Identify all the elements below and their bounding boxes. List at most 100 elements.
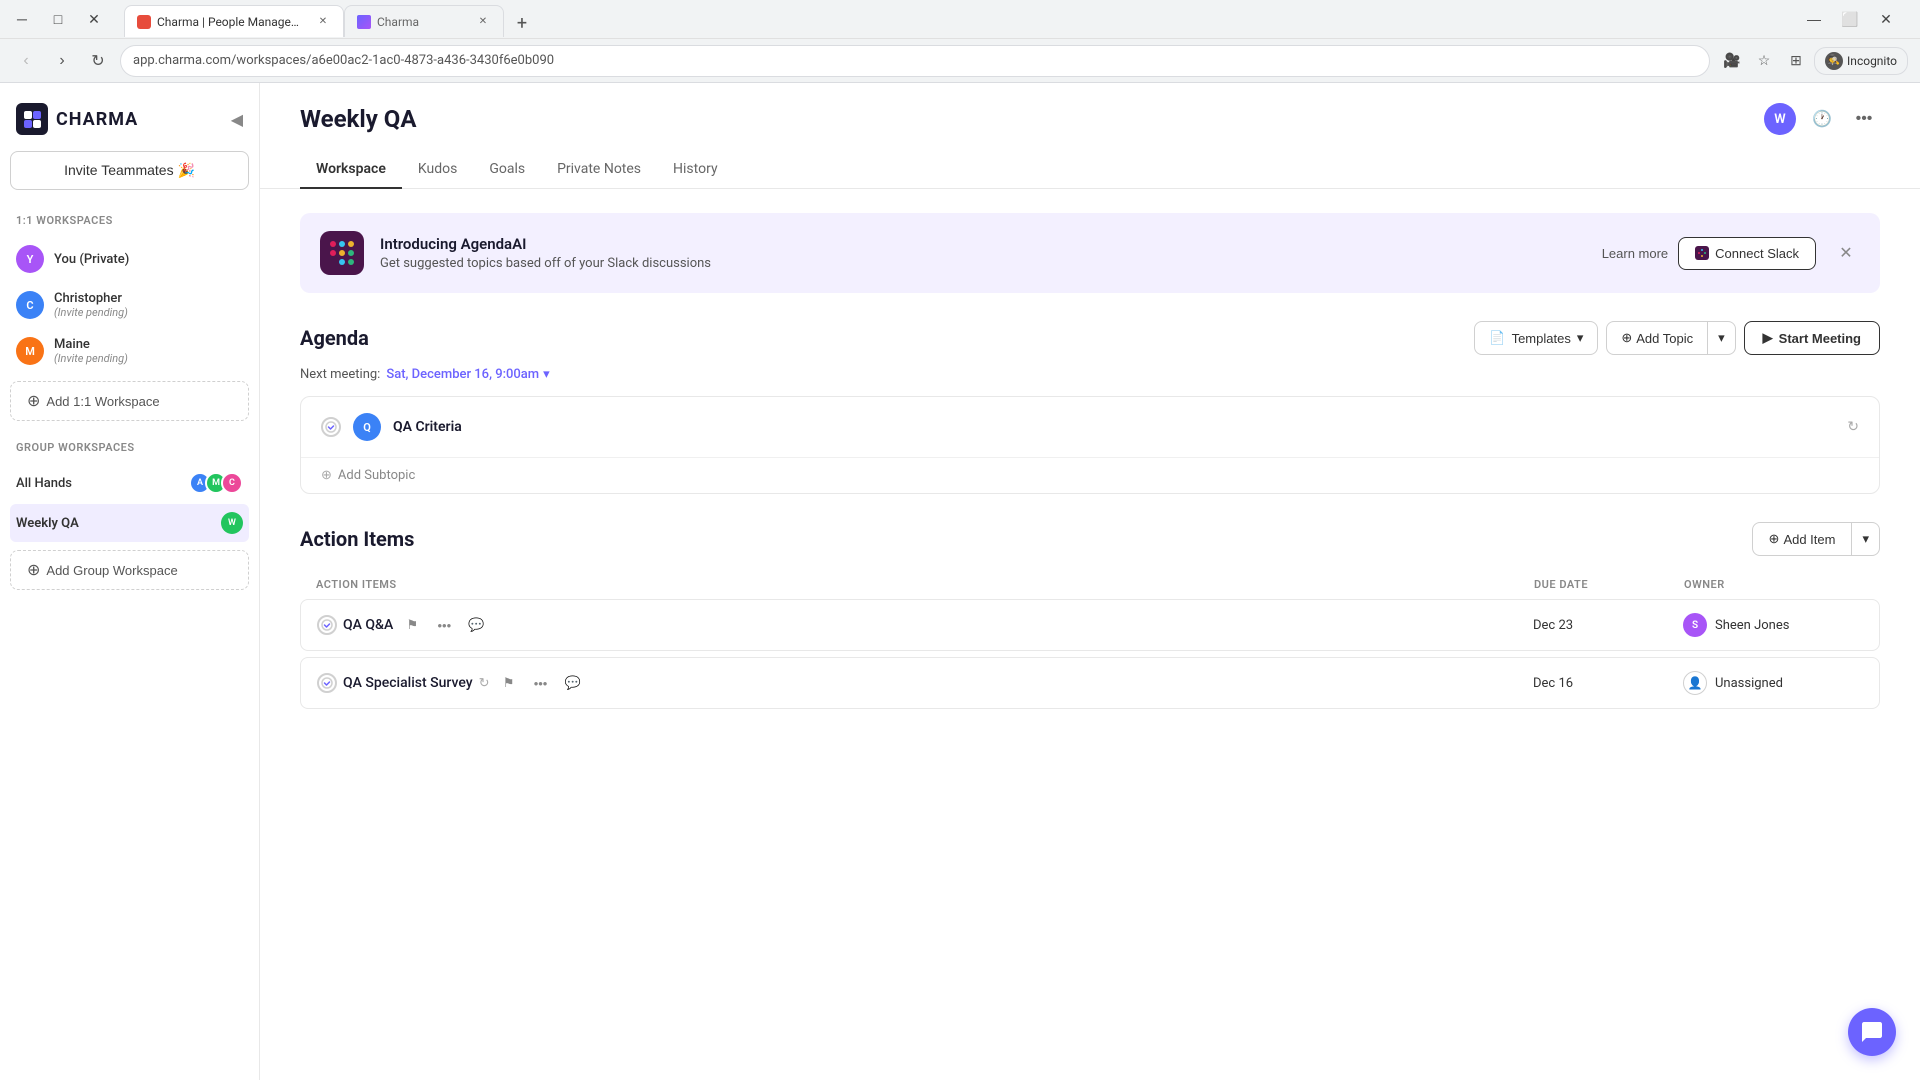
address-bar[interactable]: app.charma.com/workspaces/a6e00ac2-1ac0-…: [120, 45, 1710, 77]
action-item-check-2[interactable]: [317, 673, 337, 693]
tab-favicon-2: [357, 15, 371, 29]
tab-history[interactable]: History: [657, 151, 734, 189]
add-item-dropdown-button[interactable]: ▾: [1852, 522, 1880, 556]
banner-close-button[interactable]: ✕: [1832, 239, 1860, 267]
browser-chrome: ─ □ ✕ Charma | People Management S... ✕ …: [0, 0, 1920, 83]
browser-tab-active[interactable]: Charma | People Management S... ✕: [124, 5, 344, 37]
owner-1: S Sheen Jones: [1683, 613, 1863, 637]
main-header: Weekly QA W 🕐 ••• Workspace Kudos Goals …: [260, 83, 1920, 189]
flag-icon-btn-1[interactable]: ⚑: [399, 612, 425, 638]
comment-icon-btn-1[interactable]: 💬: [463, 612, 489, 638]
tabs-navigation: Workspace Kudos Goals Private Notes Hist…: [300, 151, 1880, 188]
incognito-button[interactable]: 🕵 Incognito: [1814, 47, 1908, 75]
section-group-title: Group Workspaces: [10, 437, 249, 458]
sidebar-item-christopher[interactable]: C Christopher (Invite pending): [10, 283, 249, 327]
agenda-items-container: Q QA Criteria ↻ ⊕ Add Subtopic: [300, 396, 1880, 494]
action-items-header: Action Items ⊕ Add Item ▾: [300, 522, 1880, 556]
more-options-button[interactable]: •••: [1848, 103, 1880, 135]
tab-private-notes[interactable]: Private Notes: [541, 151, 657, 189]
tab-bar: Charma | People Management S... ✕ Charma…: [116, 1, 544, 37]
action-item-check-1[interactable]: [317, 615, 337, 635]
agenda-title: Agenda: [300, 326, 369, 350]
action-item-sync-icon-2[interactable]: ↻: [479, 676, 490, 691]
agenda-check-qa-criteria[interactable]: [321, 417, 341, 437]
next-meeting-date-link[interactable]: Sat, December 16, 9:00am ▾: [386, 367, 549, 382]
app-layout: CHARMA ◀ Invite Teammates 🎉 1:1 Workspac…: [0, 83, 1920, 1080]
minimize-button[interactable]: ─: [8, 5, 36, 33]
camera-off-icon[interactable]: 🎥: [1718, 47, 1746, 75]
new-tab-button[interactable]: +: [508, 9, 536, 37]
add-item-button[interactable]: ⊕ Add Item: [1752, 522, 1853, 556]
avatar-maine: M: [16, 337, 44, 365]
bookmark-icon[interactable]: ☆: [1750, 47, 1778, 75]
learn-more-button[interactable]: Learn more: [1602, 246, 1668, 261]
add-topic-plus-icon: ⊕: [1621, 330, 1632, 346]
comment-icon-btn-2[interactable]: 💬: [560, 670, 586, 696]
tab-kudos[interactable]: Kudos: [402, 151, 473, 189]
owner-unassigned-icon-2: 👤: [1683, 671, 1707, 695]
window-close-btn[interactable]: ✕: [1872, 5, 1900, 33]
tab-workspace[interactable]: Workspace: [300, 151, 402, 189]
clock-icon-button[interactable]: 🕐: [1806, 103, 1838, 135]
close-button[interactable]: ✕: [80, 5, 108, 33]
add-group-workspace-button[interactable]: ⊕ Add Group Workspace: [10, 550, 249, 590]
next-meeting-date: Sat, December 16, 9:00am: [386, 367, 539, 382]
incognito-label: Incognito: [1847, 54, 1897, 68]
sidebar-sub-maine: (Invite pending): [54, 352, 243, 365]
sidebar: CHARMA ◀ Invite Teammates 🎉 1:1 Workspac…: [0, 83, 260, 1080]
back-button[interactable]: ‹: [12, 47, 40, 75]
flag-icon-btn-2[interactable]: ⚑: [496, 670, 522, 696]
action-item-actions-1: ⚑ ••• 💬: [399, 612, 489, 638]
start-meeting-button[interactable]: ▶ Start Meeting: [1744, 321, 1880, 355]
add-topic-dropdown-button[interactable]: ▾: [1708, 321, 1736, 355]
sidebar-sub-christopher: (Invite pending): [54, 306, 243, 319]
ellipsis-icon-btn-1[interactable]: •••: [431, 612, 457, 638]
owner-2: 👤 Unassigned: [1683, 671, 1863, 695]
invite-teammates-button[interactable]: Invite Teammates 🎉: [10, 151, 249, 190]
forward-button[interactable]: ›: [48, 47, 76, 75]
qa-criteria-sync-icon[interactable]: ↻: [1847, 419, 1859, 435]
sidebar-item-you-private[interactable]: Y You (Private): [10, 237, 249, 281]
url-text: app.charma.com/workspaces/a6e00ac2-1ac0-…: [133, 53, 1697, 68]
avatar-you: Y: [16, 245, 44, 273]
add-subtopic-button[interactable]: ⊕ Add Subtopic: [301, 458, 1879, 493]
banner-actions: Learn more Connect Slack: [1602, 237, 1816, 270]
chat-widget-button[interactable]: [1848, 1008, 1896, 1056]
add-topic-label: Add Topic: [1636, 331, 1693, 346]
add-subtopic-icon: ⊕: [321, 468, 332, 483]
window-restore-btn[interactable]: ⬜: [1836, 5, 1864, 33]
refresh-button[interactable]: ↻: [84, 47, 112, 75]
sidebar-item-weekly-qa[interactable]: Weekly QA W: [10, 504, 249, 542]
sidebar-collapse-button[interactable]: ◀: [231, 110, 243, 129]
connect-slack-button[interactable]: Connect Slack: [1678, 237, 1816, 270]
sidebar-item-all-hands[interactable]: All Hands A M C: [10, 464, 249, 502]
templates-button[interactable]: 📄 Templates ▾: [1474, 321, 1598, 355]
toolbar-actions: 🎥 ☆ ⊞ 🕵 Incognito: [1718, 47, 1908, 75]
action-item-row-1: QA Q&A ⚑ ••• 💬 Dec 23 S Sheen Jones: [300, 599, 1880, 651]
sidebar-item-maine[interactable]: M Maine (Invite pending): [10, 329, 249, 373]
tab-close-2[interactable]: ✕: [475, 14, 491, 30]
col-header-action-items: ACTION ITEMS: [316, 578, 1534, 591]
tab-close-1[interactable]: ✕: [315, 14, 331, 30]
connect-slack-label: Connect Slack: [1715, 246, 1799, 261]
add-item-plus-icon: ⊕: [1769, 531, 1780, 547]
user-avatar-header: W: [1764, 103, 1796, 135]
maximize-button[interactable]: □: [44, 5, 72, 33]
action-item-left-1: QA Q&A ⚑ ••• 💬: [317, 612, 1533, 638]
due-date-2: Dec 16: [1533, 676, 1683, 691]
avatar-wqa: W: [221, 512, 243, 534]
browser-tab-inactive[interactable]: Charma ✕: [344, 5, 504, 37]
window-minimize-btn[interactable]: —: [1800, 5, 1828, 33]
owner-name-2: Unassigned: [1715, 676, 1783, 691]
qa-criteria-avatar: Q: [353, 413, 381, 441]
ellipsis-icon-btn-2[interactable]: •••: [528, 670, 554, 696]
agenda-ai-banner: Introducing AgendaAI Get suggested topic…: [300, 213, 1880, 293]
main-body: Introducing AgendaAI Get suggested topic…: [260, 189, 1920, 1080]
tab-goals[interactable]: Goals: [473, 151, 541, 189]
browser-toolbar: ‹ › ↻ app.charma.com/workspaces/a6e00ac2…: [0, 38, 1920, 82]
browser-menu-icon[interactable]: ⊞: [1782, 47, 1810, 75]
col-header-owner: OWNER: [1684, 578, 1864, 591]
add-1-1-workspace-button[interactable]: ⊕ Add 1:1 Workspace: [10, 381, 249, 421]
qa-criteria-title: QA Criteria: [393, 419, 1835, 435]
add-topic-button[interactable]: ⊕ Add Topic: [1606, 321, 1708, 355]
